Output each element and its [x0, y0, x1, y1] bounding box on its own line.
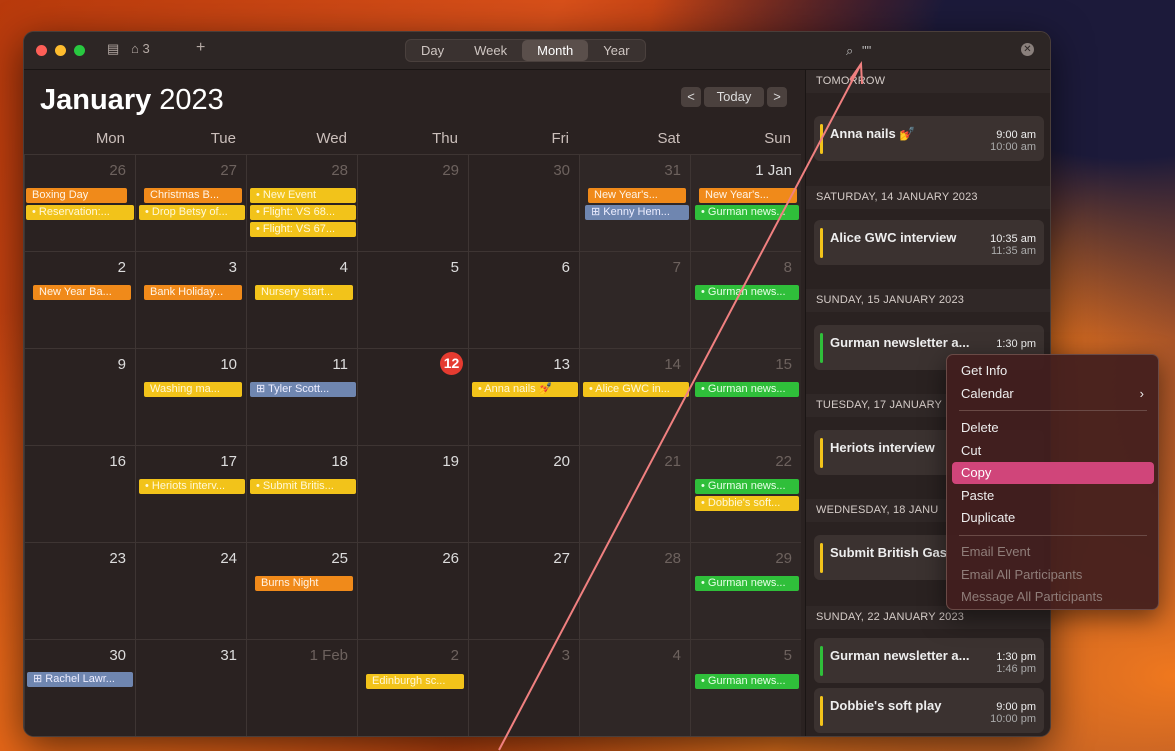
arrow-line [498, 63, 862, 751]
annotation-arrow [498, 60, 863, 751]
